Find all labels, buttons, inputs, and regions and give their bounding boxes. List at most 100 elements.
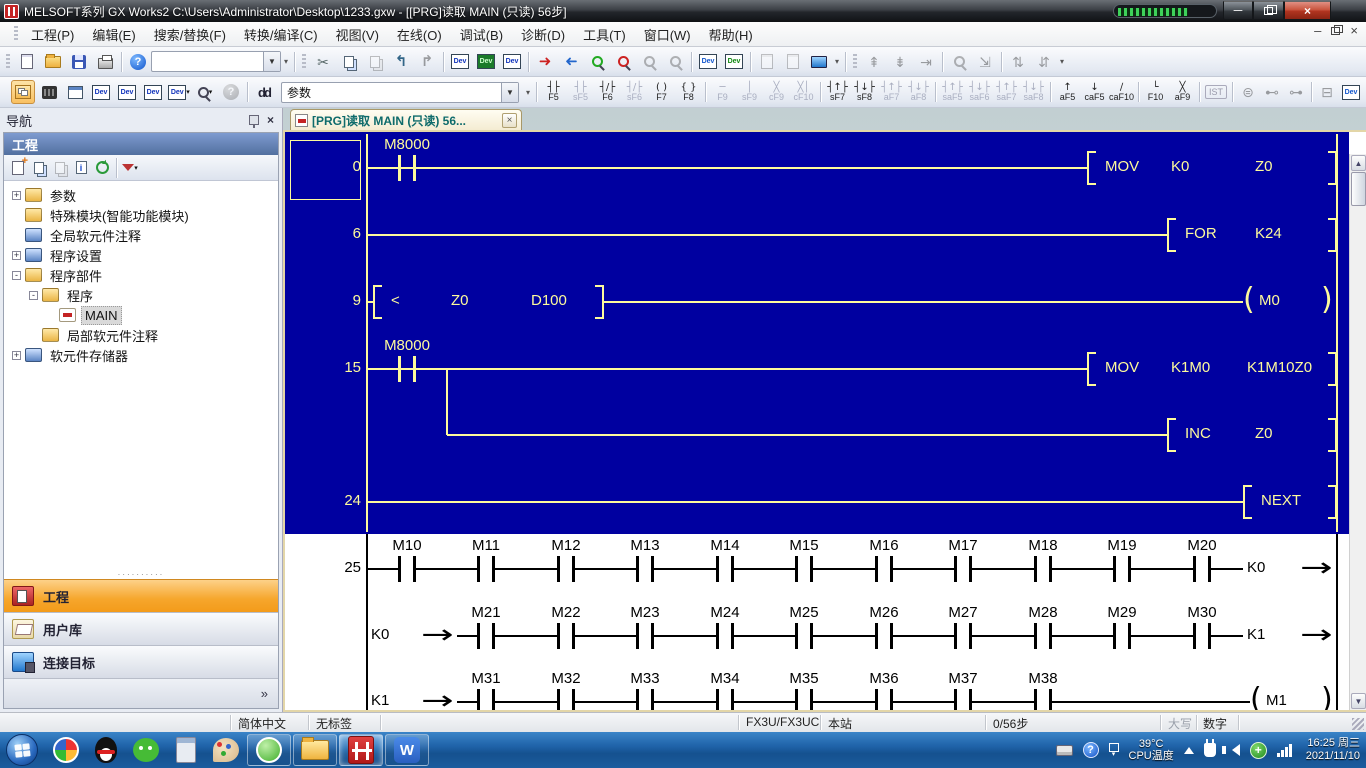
tree-expander[interactable]: - bbox=[29, 290, 38, 300]
ladder-key-aF8[interactable]: ┤↓├ aF8 bbox=[905, 79, 932, 106]
contact-M31[interactable] bbox=[477, 689, 495, 710]
tree-item-程序部件[interactable]: - 程序部件 bbox=[4, 265, 278, 285]
screen-display-button[interactable] bbox=[807, 50, 831, 74]
cut-button[interactable]: ✂ bbox=[311, 50, 335, 74]
menu-item[interactable]: 编辑(E) bbox=[83, 22, 144, 47]
taskbar-wps-window-button[interactable]: W bbox=[385, 734, 429, 766]
inline-st-button[interactable]: ⊜ bbox=[1237, 80, 1259, 104]
ladder-key-cF10[interactable]: ╳│ cF10 bbox=[790, 79, 817, 106]
tab-close-button[interactable]: × bbox=[502, 112, 517, 128]
ladder-key-sF9[interactable]: │ sF9 bbox=[736, 79, 763, 106]
ladder-key-sF5[interactable]: ┤├ sF5 bbox=[567, 79, 594, 106]
paste-button[interactable] bbox=[363, 50, 387, 74]
help-context-button[interactable]: ? bbox=[219, 80, 243, 104]
contact-M36[interactable] bbox=[875, 689, 893, 710]
tray-help-button[interactable]: ? bbox=[1082, 742, 1099, 758]
statement-button[interactable] bbox=[755, 50, 779, 74]
contact-M24[interactable] bbox=[716, 623, 734, 649]
new-project-button[interactable] bbox=[15, 50, 39, 74]
device-test-button[interactable]: Dev bbox=[500, 50, 524, 74]
ladder-jump-button[interactable]: ⇥ bbox=[914, 50, 938, 74]
volume-button[interactable] bbox=[1221, 744, 1240, 756]
ist-edit-button[interactable]: IST bbox=[1205, 85, 1228, 99]
find-device-button[interactable] bbox=[947, 50, 971, 74]
paste-data-button[interactable] bbox=[50, 158, 70, 178]
tree-item-特殊模块(智能功能模块)[interactable]: 特殊模块(智能功能模块) bbox=[4, 205, 278, 225]
contact-M10[interactable] bbox=[398, 556, 416, 582]
ladder-block-up-button[interactable]: ⇞ bbox=[862, 50, 886, 74]
contact-M28[interactable] bbox=[1034, 623, 1052, 649]
ladder-key-aF9[interactable]: ╳ aF9 bbox=[1169, 79, 1196, 106]
tree-expander[interactable]: + bbox=[12, 250, 21, 260]
contact-M15[interactable] bbox=[795, 556, 813, 582]
menu-item[interactable]: 视图(V) bbox=[327, 22, 388, 47]
device-search-button[interactable]: ▾ bbox=[193, 80, 217, 104]
refresh-button[interactable] bbox=[92, 158, 112, 178]
project-data-combo[interactable]: 参数 ▼ bbox=[281, 81, 519, 103]
contact-M27[interactable] bbox=[954, 623, 972, 649]
copy-data-button[interactable] bbox=[29, 158, 49, 178]
device-comment-display-button[interactable]: Dev bbox=[89, 80, 113, 104]
undo-button[interactable]: ↰ bbox=[389, 50, 413, 74]
ladder-key-sF7[interactable]: ┤↑├ sF7 bbox=[824, 79, 851, 106]
mdi-minimize-button[interactable]: – bbox=[1314, 24, 1321, 37]
contact-M19[interactable] bbox=[1113, 556, 1131, 582]
menu-item[interactable]: 搜索/替换(F) bbox=[145, 22, 235, 47]
ladder-key-saF7[interactable]: ┤↑├ saF7 bbox=[993, 79, 1020, 106]
ladder-key-cF9[interactable]: ╳ cF9 bbox=[763, 79, 790, 106]
panel-splitter[interactable]: ·········· bbox=[4, 569, 278, 579]
toolbar-overflow-button[interactable]: ▾ bbox=[526, 88, 530, 96]
antivirus-button[interactable]: + bbox=[1249, 741, 1267, 759]
monitor-pause-button[interactable] bbox=[637, 50, 661, 74]
ladder-key-caF5[interactable]: ↓ caF5 bbox=[1081, 79, 1108, 106]
module-config-button[interactable] bbox=[37, 80, 61, 104]
device-comment-button[interactable]: Dev bbox=[448, 50, 472, 74]
ladder-key-sF6[interactable]: ┤/├ sF6 bbox=[621, 79, 648, 106]
vertical-scrollbar[interactable]: ▲ ▼ bbox=[1349, 154, 1366, 710]
open-project-button[interactable] bbox=[41, 50, 65, 74]
device-register-monitor-button[interactable]: Dev bbox=[722, 50, 746, 74]
menu-item[interactable]: 转换/编译(C) bbox=[235, 22, 327, 47]
note-button[interactable] bbox=[781, 50, 805, 74]
contact-M22[interactable] bbox=[557, 623, 575, 649]
contact-M35[interactable] bbox=[795, 689, 813, 710]
contact-M21[interactable] bbox=[477, 623, 495, 649]
taskbar-calculator-button[interactable] bbox=[171, 735, 201, 765]
taskbar-explorer-window-button[interactable] bbox=[293, 734, 337, 766]
ladder-key-F7[interactable]: ( ) F7 bbox=[648, 79, 675, 106]
toolbar-overflow-button[interactable]: ▾ bbox=[284, 58, 288, 66]
help-button[interactable]: ? bbox=[126, 50, 150, 74]
menu-item[interactable]: 工程(P) bbox=[22, 22, 83, 47]
contact-M26[interactable] bbox=[875, 623, 893, 649]
contact-M34[interactable] bbox=[716, 689, 734, 710]
menu-item[interactable]: 工具(T) bbox=[574, 22, 635, 47]
ladder-key-F8[interactable]: { } F8 bbox=[675, 79, 702, 106]
delete-connect-line-button[interactable]: ⊶ bbox=[1285, 80, 1307, 104]
device-batch-monitor-button[interactable]: Dev bbox=[696, 50, 720, 74]
navigation-toggle-button[interactable] bbox=[11, 80, 35, 104]
outline-list-button[interactable] bbox=[63, 80, 87, 104]
minimize-button[interactable]: － bbox=[1223, 1, 1253, 20]
cpu-temperature-gadget[interactable]: 39°C CPU温度 bbox=[1129, 738, 1174, 762]
contact-M13[interactable] bbox=[636, 556, 654, 582]
contact-M33[interactable] bbox=[636, 689, 654, 710]
device-monitor-button[interactable]: Dev bbox=[474, 50, 498, 74]
tray-window-button[interactable]: ▾ bbox=[1108, 742, 1119, 758]
toolbar-overflow-button[interactable]: ▾ bbox=[1060, 58, 1064, 66]
contact-M37[interactable] bbox=[954, 689, 972, 710]
device-display-mode-button[interactable]: Dev ▾ bbox=[167, 80, 191, 104]
cross-reference-button[interactable]: ⇅ bbox=[1006, 50, 1030, 74]
nav-mode-工程[interactable]: 工程 bbox=[4, 579, 278, 612]
tree-expander[interactable]: - bbox=[12, 270, 21, 280]
contact-M25[interactable] bbox=[795, 623, 813, 649]
contact-M29[interactable] bbox=[1113, 623, 1131, 649]
contact-M20[interactable] bbox=[1193, 556, 1211, 582]
show-hidden-icons-button[interactable] bbox=[1183, 746, 1194, 754]
ladder-key-saF5[interactable]: ┤↑├ saF5 bbox=[939, 79, 966, 106]
tree-expander[interactable]: + bbox=[12, 350, 21, 360]
monitor-resume-button[interactable] bbox=[663, 50, 687, 74]
device-note-display-button[interactable]: Dev bbox=[141, 80, 165, 104]
tree-item-全局软元件注释[interactable]: 全局软元件注释 bbox=[4, 225, 278, 245]
read-from-plc-button[interactable]: ➜ bbox=[559, 50, 583, 74]
new-data-button[interactable] bbox=[8, 155, 28, 178]
